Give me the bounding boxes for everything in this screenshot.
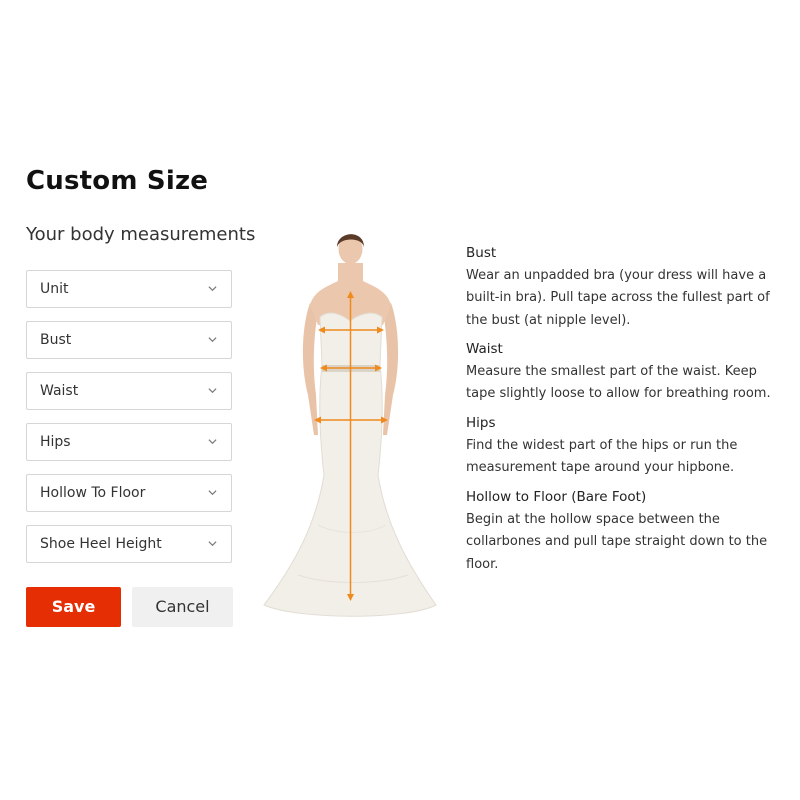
measurement-figure-image [263,234,437,617]
unit-select[interactable]: Unit [26,270,232,308]
bust-guide-text: Wear an unpadded bra (your dress will ha… [466,267,770,328]
waist-guide-text: Measure the smallest part of the waist. … [466,363,771,402]
left-arm [302,303,318,435]
hollow-to-floor-guide-heading: Hollow to Floor (Bare Foot) [466,489,647,505]
hips-select-label: Hips [40,434,71,450]
hips-select[interactable]: Hips [26,423,232,461]
cancel-button[interactable]: Cancel [132,587,233,627]
hollow-to-floor-guide: Hollow to Floor (Bare Foot) Begin at the… [466,486,786,576]
chevron-down-icon [208,439,217,445]
shoe-heel-height-select[interactable]: Shoe Heel Height [26,525,232,563]
chevron-down-icon [208,490,217,496]
shoe-heel-height-select-label: Shoe Heel Height [40,536,162,552]
chevron-down-icon [208,388,217,394]
waist-guide: Waist Measure the smallest part of the w… [466,338,786,406]
page-subtitle: Your body measurements [26,224,256,245]
hips-guide: Hips Find the widest part of the hips or… [466,412,786,480]
waist-select-label: Waist [40,383,79,399]
waist-guide-heading: Waist [466,341,503,357]
bust-select-label: Bust [40,332,72,348]
waist-select[interactable]: Waist [26,372,232,410]
bust-guide: Bust Wear an unpadded bra (your dress wi… [466,242,786,332]
right-arm [383,303,399,435]
hips-guide-heading: Hips [466,415,496,431]
hollow-to-floor-select-label: Hollow To Floor [40,485,146,501]
chevron-down-icon [208,541,217,547]
hips-guide-text: Find the widest part of the hips or run … [466,437,738,476]
bust-guide-heading: Bust [466,245,497,261]
save-button[interactable]: Save [26,587,121,627]
page-title: Custom Size [26,166,209,196]
chevron-down-icon [208,337,217,343]
unit-select-label: Unit [40,281,69,297]
chevron-down-icon [208,286,217,292]
hollow-to-floor-select[interactable]: Hollow To Floor [26,474,232,512]
hollow-to-floor-guide-text: Begin at the hollow space between the co… [466,511,768,572]
bust-select[interactable]: Bust [26,321,232,359]
